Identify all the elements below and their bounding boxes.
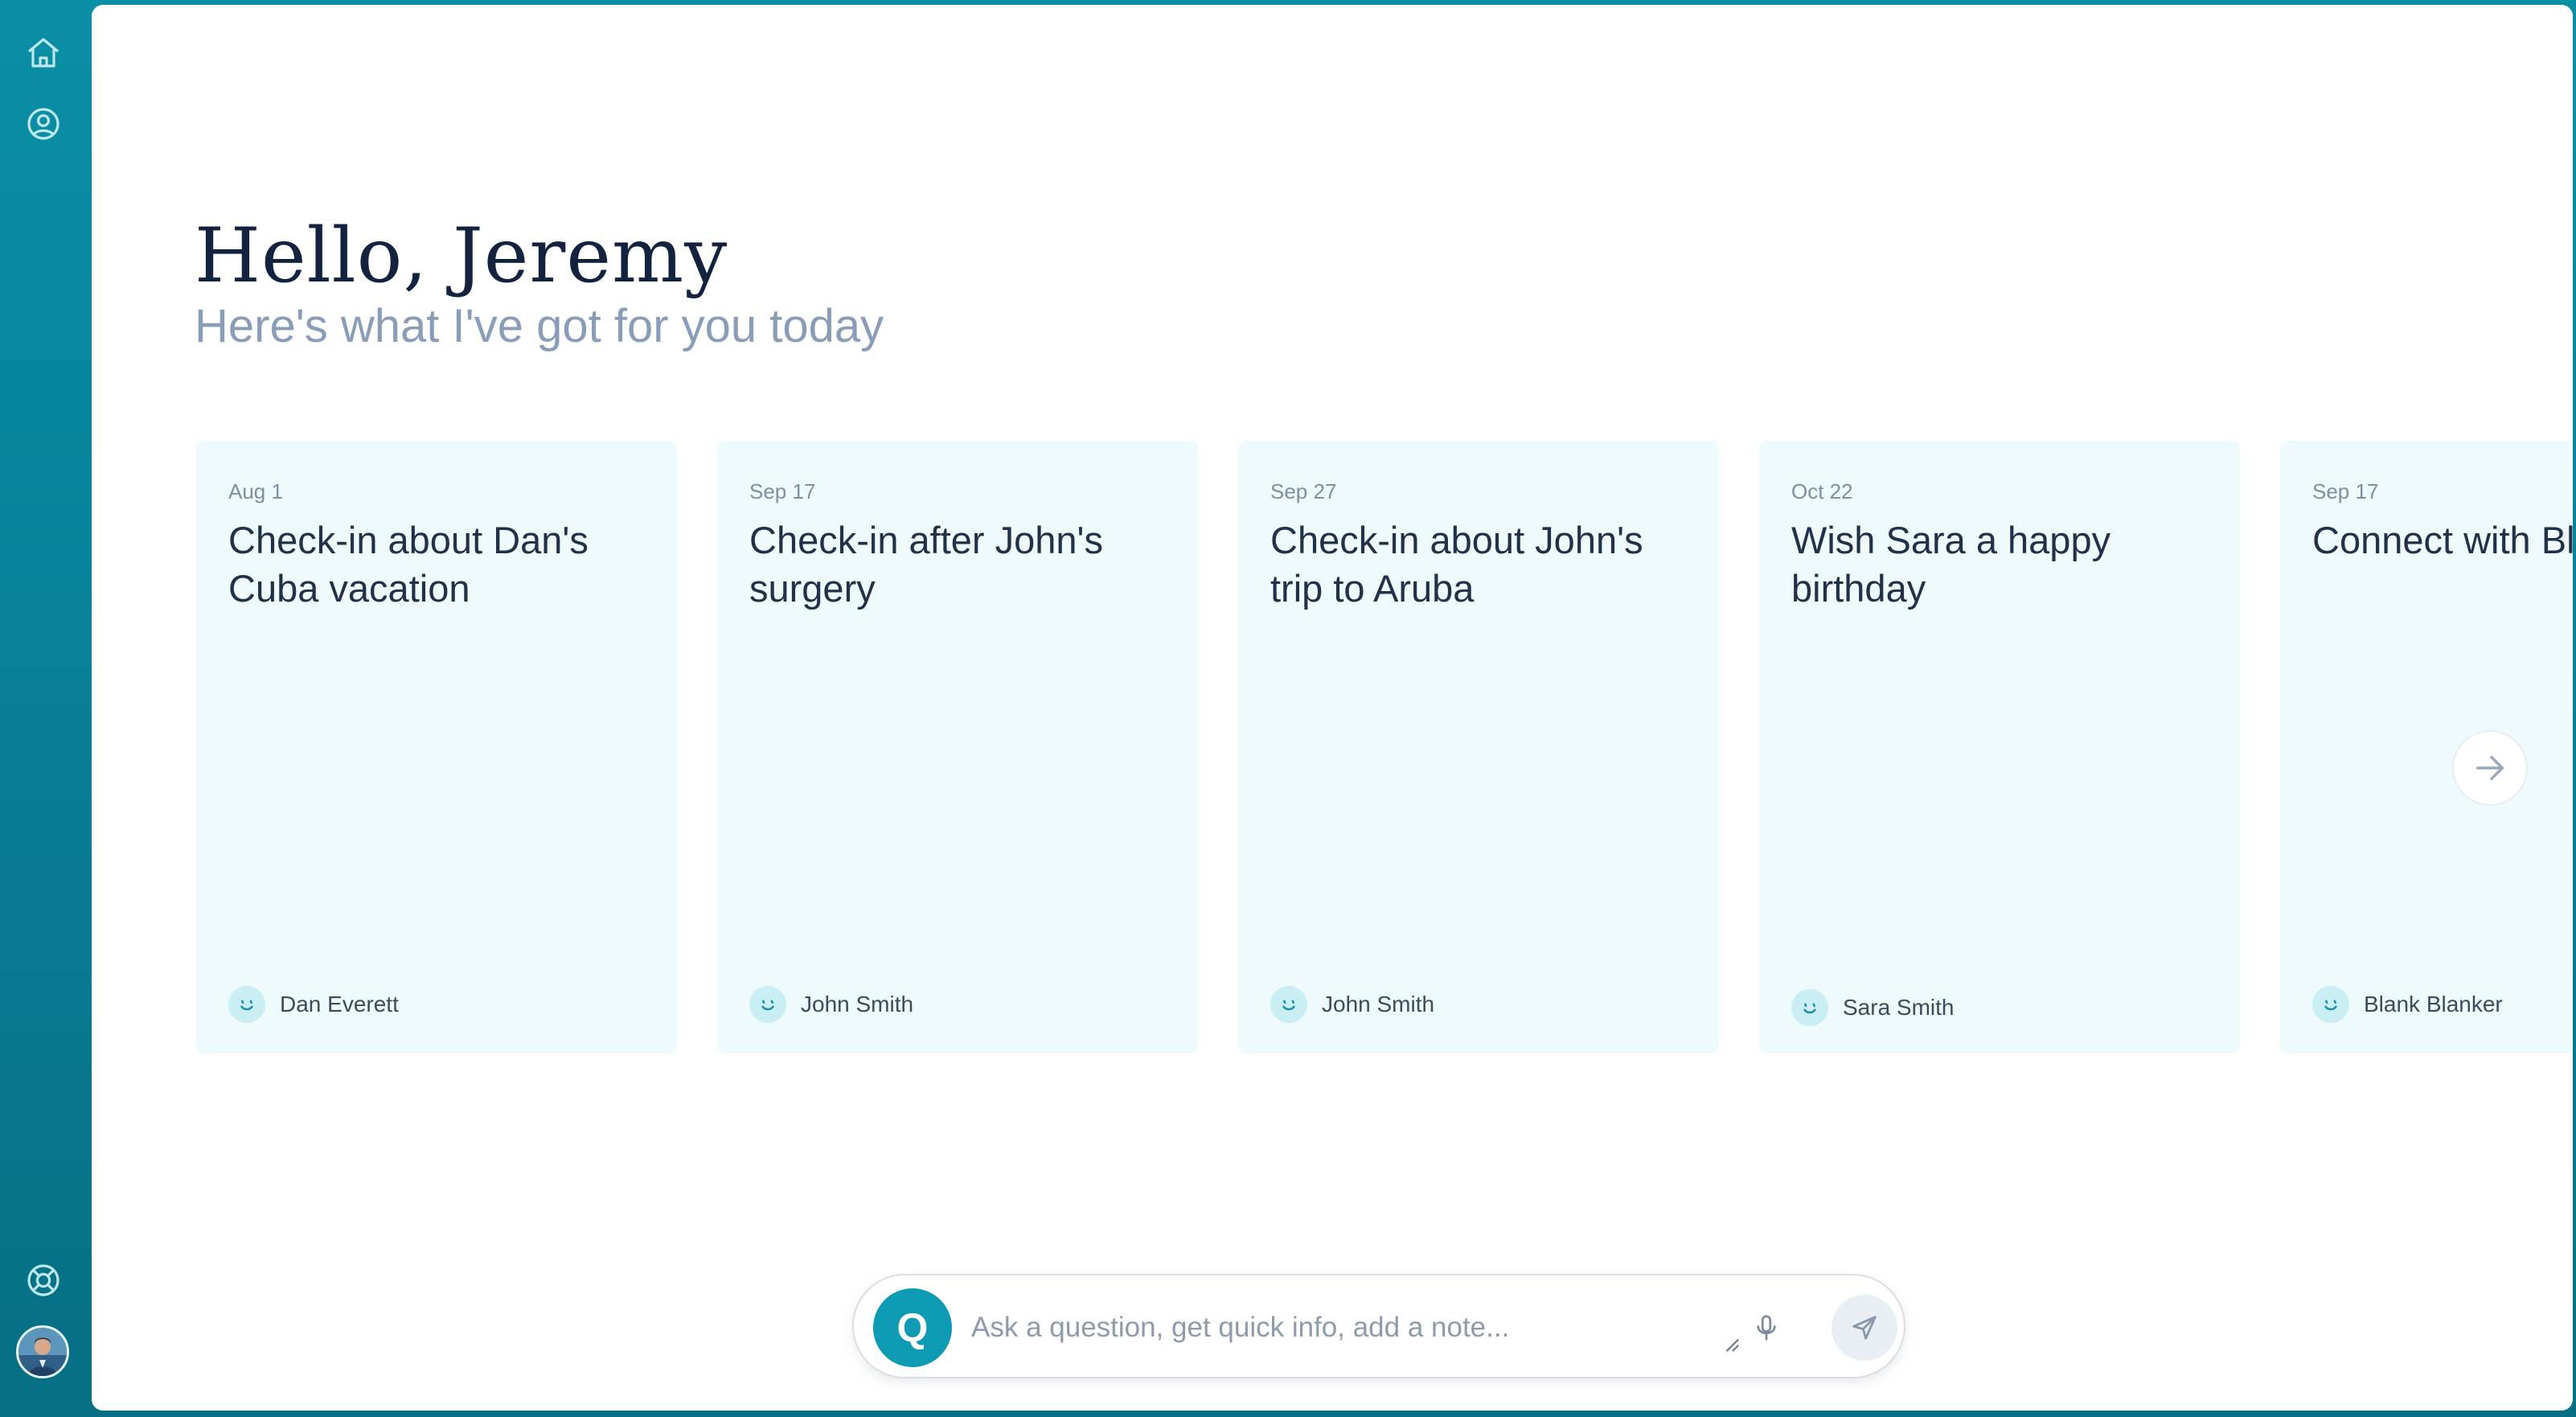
task-card[interactable]: Sep 27 Check-in about John's trip to Aru… (1238, 441, 1719, 1054)
card-person[interactable]: John Smith (1270, 986, 1434, 1023)
card-date: Sep 17 (2312, 479, 2379, 503)
task-card[interactable]: Sep 17 Check-in after John's surgery Joh… (717, 441, 1198, 1054)
ask-input[interactable] (971, 1300, 1695, 1356)
next-cards-button[interactable] (2452, 730, 2528, 806)
smiley-icon (1791, 989, 1828, 1026)
card-person[interactable]: Dan Everett (228, 986, 399, 1023)
card-title: Check-in after John's surgery (749, 519, 1104, 610)
send-icon (1852, 1316, 1877, 1340)
send-button[interactable] (1832, 1295, 1897, 1361)
card-date: Oct 22 (1791, 479, 1853, 503)
card-person-name: Sara Smith (1843, 995, 1955, 1020)
smiley-icon (2312, 986, 2349, 1023)
help-icon[interactable] (23, 1259, 64, 1301)
card-date: Aug 1 (228, 479, 283, 503)
card-person[interactable]: John Smith (749, 986, 913, 1023)
home-icon[interactable] (23, 32, 64, 74)
task-card[interactable]: Aug 1 Check-in about Dan's Cuba vacation… (196, 441, 677, 1054)
card-person-name: Dan Everett (280, 992, 399, 1017)
smiley-icon (749, 986, 786, 1023)
arrow-right-icon (2476, 755, 2504, 781)
card-title: Check-in about Dan's Cuba vacation (228, 519, 589, 610)
main-panel: Hello, Jeremy Here's what I've got for y… (92, 5, 2573, 1411)
card-person-name: Blank Blanker (2364, 992, 2503, 1017)
ask-bar: Q (852, 1274, 1905, 1378)
q-logo: Q (873, 1288, 952, 1367)
card-date: Sep 27 (1270, 479, 1337, 503)
resize-handle-icon[interactable] (1722, 1335, 1740, 1353)
smiley-icon (228, 986, 265, 1023)
user-avatar[interactable] (16, 1325, 69, 1378)
card-person[interactable]: Blank Blanker (2312, 986, 2503, 1023)
microphone-button[interactable] (1746, 1308, 1786, 1348)
task-cards: Aug 1 Check-in about Dan's Cuba vacation… (196, 441, 2573, 1055)
card-title: Wish Sara a happy birthday (1791, 519, 2111, 610)
card-person-name: John Smith (801, 992, 914, 1017)
card-person[interactable]: Sara Smith (1791, 989, 1955, 1026)
card-title: Connect with Blank (2312, 519, 2573, 561)
smiley-icon (1270, 986, 1307, 1023)
greeting-heading: Hello, Jeremy (195, 212, 728, 300)
greeting-subtitle: Here's what I've got for you today (195, 300, 884, 352)
microphone-icon (1757, 1315, 1776, 1341)
card-person-name: John Smith (1322, 992, 1435, 1017)
profile-icon[interactable] (23, 103, 64, 145)
task-card[interactable]: Oct 22 Wish Sara a happy birthday Sara S… (1759, 441, 2240, 1054)
card-title: Check-in about John's trip to Aruba (1270, 519, 1643, 610)
card-date: Sep 17 (749, 479, 816, 503)
task-card[interactable]: Sep 17 Connect with Blank Blank Blanker (2280, 441, 2573, 1054)
left-rail (0, 0, 90, 1417)
